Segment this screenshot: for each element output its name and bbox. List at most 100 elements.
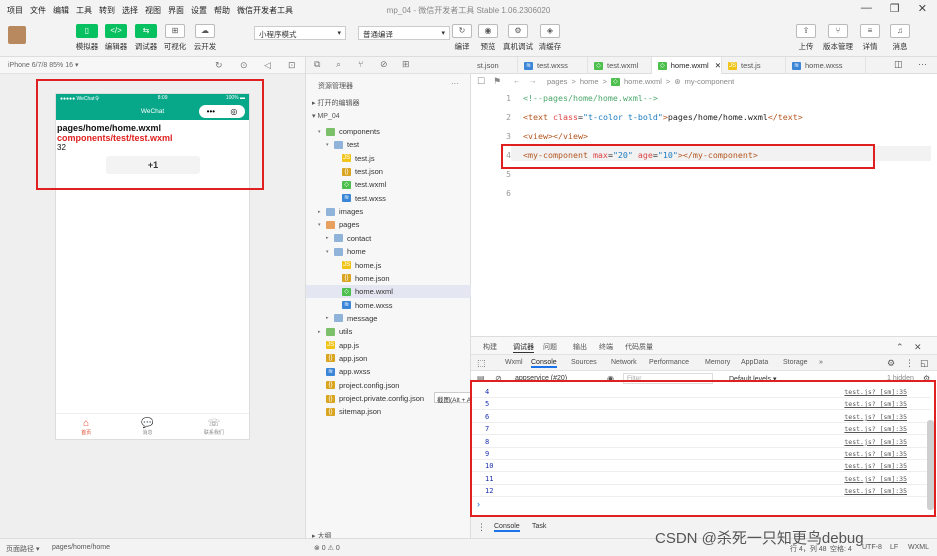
log-source-link[interactable]: test.js? [sm]:35 — [844, 450, 907, 458]
file-tree-item[interactable]: ≋ test.wxss — [334, 192, 386, 205]
panel-tab[interactable]: Memory — [705, 359, 730, 366]
panel-tab[interactable]: Storage — [783, 359, 808, 366]
clear-cache-button[interactable]: ◈ 清缓存 — [536, 24, 564, 52]
gear-icon[interactable]: ⚙ — [887, 358, 895, 369]
cloud-dev-button[interactable]: ☁ 云开发 — [191, 24, 219, 52]
file-tree-item[interactable]: ▾ components — [318, 125, 380, 138]
messages-button[interactable]: ♫ 消息 — [886, 24, 914, 52]
tab-home[interactable]: ⌂ 首页 — [81, 418, 91, 436]
forward-icon[interactable]: → — [529, 76, 537, 85]
bookmark-flag-icon[interactable]: ⚑ — [493, 76, 501, 87]
close-icon[interactable]: ✕ — [914, 342, 922, 353]
devtools-tab[interactable]: 输出 — [573, 342, 587, 352]
log-source-link[interactable]: test.js? [sm]:35 — [844, 413, 907, 421]
split-editor-icon[interactable]: ◫ — [894, 59, 903, 70]
drawer-tab-console[interactable]: Console — [494, 523, 520, 532]
log-source-link[interactable]: test.js? [sm]:35 — [844, 425, 907, 433]
menu-item[interactable]: 视图 — [145, 5, 161, 16]
menu-item[interactable]: 文件 — [30, 5, 46, 16]
minimize-icon[interactable]: — — [861, 2, 872, 15]
file-tree-item[interactable]: ▸ contact — [326, 232, 371, 245]
file-tree-item[interactable]: ◇ home.wxml — [306, 285, 472, 299]
file-tree-item[interactable]: {} sitemap.json — [318, 405, 381, 418]
panel-tab[interactable]: » — [819, 359, 823, 366]
page-path-label[interactable]: 页面路径 ▾ — [6, 544, 39, 554]
search-icon[interactable]: ⌕ — [336, 59, 341, 70]
files-icon[interactable]: ⧉ — [314, 59, 320, 70]
editor-tab[interactable]: ◇ home.wxml ✕ — [652, 57, 722, 74]
devtools-tab[interactable]: 问题 — [543, 342, 557, 352]
menu-item[interactable]: 工具 — [76, 5, 92, 16]
editor-tab[interactable]: JS test.js — [722, 57, 786, 74]
menu-item[interactable]: 设置 — [191, 5, 207, 16]
fullscreen-icon[interactable]: ⊡ — [288, 60, 296, 71]
devtools-tab[interactable]: 终端 — [599, 342, 613, 352]
source-control-icon[interactable]: ⑂ — [358, 59, 363, 69]
gear-icon[interactable]: ⚙ — [923, 374, 930, 383]
eol[interactable]: LF — [890, 544, 898, 551]
panel-tab[interactable]: Network — [611, 359, 637, 366]
breadcrumb-item[interactable]: my-component — [685, 77, 735, 86]
avatar[interactable] — [8, 26, 26, 44]
file-tree-item[interactable]: ◇ test.wxml — [334, 178, 386, 191]
chevron-up-icon[interactable]: ⌃ — [896, 342, 904, 353]
close-target-icon[interactable]: ◎ — [230, 107, 237, 116]
encoding[interactable]: UTF-8 — [862, 544, 882, 551]
file-tree-item[interactable]: ▾ home — [326, 245, 366, 258]
file-tree-item[interactable]: ▸ message — [326, 312, 377, 325]
file-tree-item[interactable]: ≋ home.wxss — [334, 299, 393, 312]
increment-button[interactable]: +1 — [106, 156, 200, 174]
bookmark-icon[interactable]: ☐ — [477, 76, 485, 87]
record-icon[interactable]: ⊙ — [240, 60, 248, 71]
file-tree-item[interactable]: {} test.json — [334, 165, 383, 178]
log-source-link[interactable]: test.js? [sm]:35 — [844, 475, 907, 483]
editor-tab[interactable]: ≋ test.wxss — [518, 57, 588, 74]
file-tree-item[interactable]: ▸ images — [318, 205, 363, 218]
log-source-link[interactable]: test.js? [sm]:35 — [844, 400, 907, 408]
problems-count[interactable]: ⊗ 0 ⚠ 0 — [314, 544, 340, 552]
tab-contact[interactable]: ☏ 联系我们 — [204, 418, 224, 436]
file-tree-item[interactable]: {} project.private.config.json — [318, 392, 424, 405]
file-tree-item[interactable]: {} project.config.json — [318, 379, 399, 392]
upload-button[interactable]: ⇪ 上传 — [792, 24, 820, 52]
context-select[interactable]: appservice (#20) — [515, 375, 567, 382]
filter-input[interactable]: Filter — [623, 373, 713, 384]
file-tree-item[interactable]: ▾ test — [326, 138, 359, 151]
sidebar-icon[interactable]: ▤ — [477, 374, 485, 383]
menu-icon[interactable]: ⋮ — [477, 522, 486, 533]
panel-tab[interactable]: Performance — [649, 359, 689, 366]
levels-select[interactable]: Default levels ▾ — [729, 375, 776, 383]
extensions-icon[interactable]: ⊞ — [402, 59, 410, 70]
editor-tab[interactable]: ◇ test.wxml — [588, 57, 652, 74]
editor-tab[interactable]: st.json — [471, 57, 518, 74]
debug-icon[interactable]: ⊘ — [380, 59, 388, 70]
panel-tab[interactable]: Sources — [571, 359, 597, 366]
close-icon[interactable]: ✕ — [918, 2, 927, 15]
open-editors-section[interactable]: ▸ 打开的编辑器 — [312, 98, 359, 108]
breadcrumb-item[interactable]: home.wxml — [624, 77, 662, 86]
devtools-tab[interactable]: 构建 — [483, 342, 497, 352]
file-tree-item[interactable]: JS test.js — [334, 152, 375, 165]
remote-debug-button[interactable]: ⚙ 真机调试 — [503, 24, 533, 52]
log-source-link[interactable]: test.js? [sm]:35 — [844, 438, 907, 446]
file-tree-item[interactable]: ▸ utils — [318, 325, 352, 338]
devtools-tab[interactable]: 代码质量 — [625, 342, 653, 352]
more-vertical-icon[interactable]: ⋮ — [905, 358, 914, 369]
menu-item[interactable]: 微信开发者工具 — [237, 5, 293, 16]
file-tree-item[interactable]: {} app.json — [318, 352, 367, 365]
dock-icon[interactable]: ◱ — [920, 358, 929, 369]
file-tree-item[interactable]: JS app.js — [318, 339, 359, 352]
tab-message[interactable]: 💬 消息 — [141, 418, 153, 436]
menu-item[interactable]: 界面 — [168, 5, 184, 16]
panel-tab[interactable]: AppData — [741, 359, 768, 366]
device-select[interactable]: iPhone 6/7/8 85% 16 ▾ — [8, 61, 78, 69]
drawer-tab-task[interactable]: Task — [532, 523, 546, 530]
menu-item[interactable]: 转到 — [99, 5, 115, 16]
back-icon[interactable]: ← — [513, 76, 521, 85]
breadcrumb-item[interactable]: home — [580, 77, 599, 86]
file-tree-item[interactable]: ≋ app.wxss — [318, 365, 370, 378]
version-button[interactable]: ⑂ 版本管理 — [823, 24, 853, 52]
close-icon[interactable]: ✕ — [715, 61, 721, 70]
rotate-icon[interactable]: ↻ — [215, 60, 223, 71]
log-source-link[interactable]: test.js? [sm]:35 — [844, 388, 907, 396]
